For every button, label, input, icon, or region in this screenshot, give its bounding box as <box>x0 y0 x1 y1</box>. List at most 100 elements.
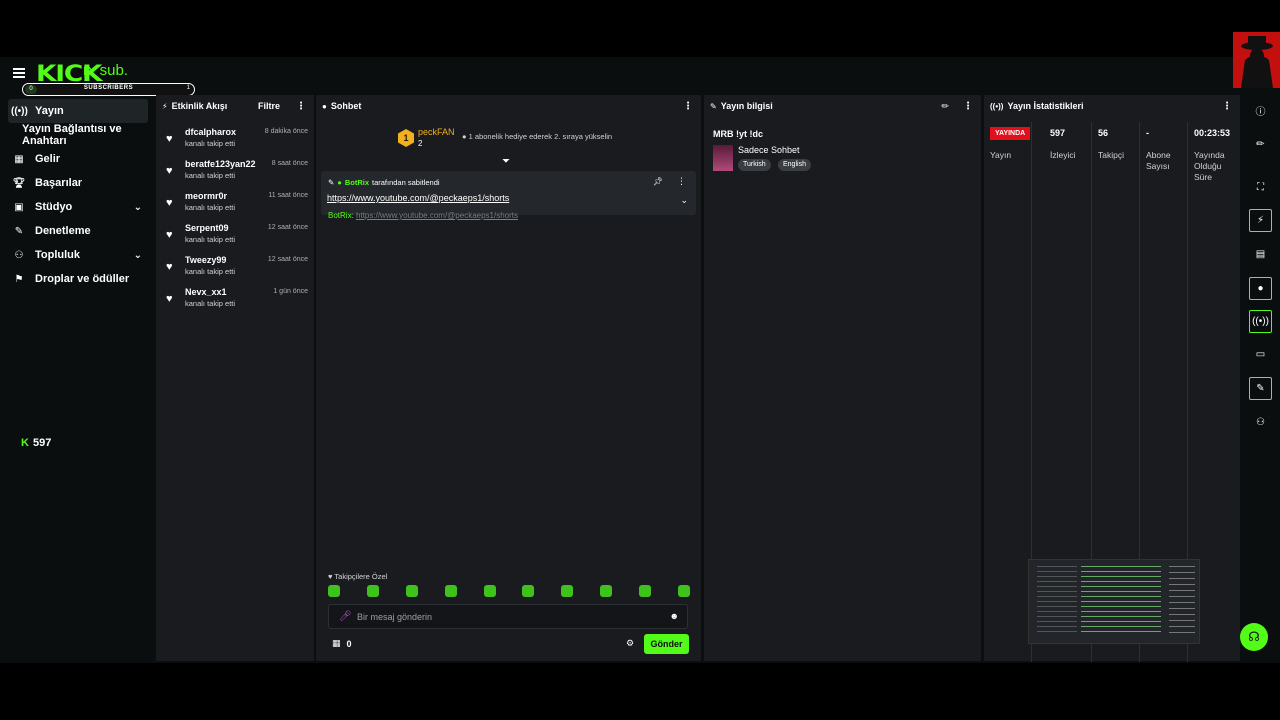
fullscreen-icon[interactable]: ⛶ <box>1249 176 1272 199</box>
tag-badge[interactable]: Turkish <box>738 159 771 171</box>
pencil-icon[interactable]: ✏︎ <box>1249 133 1272 156</box>
panel-title: Yayın İstatistikleri <box>1007 101 1084 111</box>
event-time: 12 saat önce <box>267 256 308 263</box>
community-icon[interactable]: ⚇ <box>1249 411 1272 434</box>
sidebar-item-label: Denetleme <box>35 225 91 237</box>
stat-value: 597 <box>1050 128 1066 138</box>
gift-counter[interactable]: ▦ 0 <box>332 638 352 649</box>
wrench-icon: ✎ <box>710 101 717 111</box>
emote-icon[interactable] <box>677 585 690 597</box>
heart-icon: ♥ <box>328 572 333 581</box>
microphone-icon[interactable]: 🎤︎ <box>339 611 352 622</box>
more-options-icon[interactable]: ⋮ <box>1222 101 1232 112</box>
stream-info-panel: ✎ Yayın bilgisi ⋮ ✏︎ MRB !yt !dc Sadece … <box>704 95 981 661</box>
info-icon[interactable]: ⓘ <box>1249 99 1272 122</box>
event-user[interactable]: beratfe123yan22 <box>185 159 256 169</box>
stat-value: - <box>1146 128 1149 138</box>
chat-message-user[interactable]: BotRix: <box>328 211 354 220</box>
sidebar-item-topluluk[interactable]: ⚇ Topluluk ⌄ <box>8 243 148 267</box>
send-button[interactable]: Gönder <box>644 634 689 654</box>
panel-title: Etkinlik Akışı <box>171 101 228 111</box>
more-options-icon[interactable]: ⋮ <box>296 101 306 112</box>
event-user[interactable]: Nevx_xx1 <box>185 287 227 297</box>
chat-message-text[interactable]: https://www.youtube.com/@peckaeps1/short… <box>356 211 518 220</box>
event-action: kanalı takip etti <box>185 203 236 212</box>
unpin-icon[interactable]: 📌︎ <box>653 177 663 186</box>
chevron-down-icon[interactable]: ⌄ <box>134 202 142 213</box>
event-time: 12 saat önce <box>267 224 308 231</box>
gift-count-value: 0 <box>346 638 352 649</box>
collapse-icon[interactable]: ⏷ <box>502 156 510 167</box>
headset-icon[interactable]: ☊ <box>1240 623 1268 651</box>
list-item: ♥ beratfe123yan22 kanalı takip etti 8 sa… <box>166 159 308 187</box>
emote-icon[interactable] <box>366 585 379 597</box>
sidebar-item-denetleme[interactable]: ✎ Denetleme <box>8 219 148 243</box>
lightning-icon: ⚡︎ <box>162 101 168 111</box>
menu-icon[interactable] <box>13 68 25 78</box>
gear-icon[interactable]: ⚙ <box>626 638 634 649</box>
emote-icon[interactable] <box>522 585 535 597</box>
pinned-bot-name[interactable]: BotRix <box>345 178 369 187</box>
emote-icon[interactable] <box>328 585 340 597</box>
chevron-down-icon[interactable]: ⌄ <box>134 250 142 261</box>
event-user[interactable]: Tweezy99 <box>185 255 226 265</box>
stream-stats-header: ((•)) Yayın İstatistikleri ⋮ <box>984 95 1240 117</box>
edit-icon[interactable]: ✏︎ <box>941 101 949 112</box>
emote-icon[interactable] <box>444 585 457 597</box>
gift-icon: ● <box>462 132 467 141</box>
activity-feed-header: ⚡︎ Etkinlik Akışı ⋮ <box>156 95 314 117</box>
followers-only-text: Takipçilere Özel <box>334 572 388 581</box>
stat-label: Takipçi <box>1098 150 1124 160</box>
emote-icon[interactable] <box>600 585 613 597</box>
more-options-icon[interactable]: ⋮ <box>963 101 973 112</box>
sidebar-item-label: Yayın <box>35 105 64 117</box>
webcam-avatar <box>1233 32 1280 88</box>
more-options-icon[interactable]: ⋮ <box>683 101 693 112</box>
list-item: ♥ dfcalpharox kanalı takip etti 8 dakika… <box>166 127 308 155</box>
event-time: 8 saat önce <box>271 160 308 167</box>
pin-icon: ✎ <box>328 178 335 187</box>
sidebar: ((•)) Yayın Yayın Bağlantısı ve Anahtarı… <box>0 95 155 663</box>
stream-info-header: ✎ Yayın bilgisi ⋮ <box>704 95 981 117</box>
category-thumbnail <box>713 145 733 171</box>
sidebar-item-studyo[interactable]: ▣ Stüdyo ⌄ <box>8 195 148 219</box>
bot-badge-icon: ● <box>337 178 342 187</box>
sub-goal-label: SUBSCRIBERS <box>83 85 134 91</box>
emote-icon[interactable] <box>639 585 651 597</box>
event-user[interactable]: meormr0r <box>185 191 227 201</box>
emote-icon[interactable] <box>405 585 418 597</box>
message-input[interactable] <box>357 610 657 624</box>
broadcast-icon: ((•)) <box>11 105 28 117</box>
emote-icon[interactable] <box>561 585 574 597</box>
panel-title: Yayın bilgisi <box>720 101 773 111</box>
printer-icon[interactable]: ▭ <box>1249 343 1272 366</box>
sidebar-item-label: Yayın Bağlantısı ve Anahtarı <box>22 123 122 147</box>
sidebar-item-gelir[interactable]: ▦ Gelir <box>8 147 148 171</box>
event-user[interactable]: dfcalpharox <box>185 127 236 137</box>
broadcast-icon[interactable]: ((•)) <box>1249 310 1272 333</box>
lightning-icon[interactable]: ⚡︎ <box>1249 209 1272 232</box>
sidebar-item-stream-key[interactable]: Yayın Bağlantısı ve Anahtarı <box>8 123 158 147</box>
event-action: kanalı takip etti <box>185 171 236 180</box>
chat-bubble-icon[interactable]: ● <box>1249 277 1272 300</box>
pinned-link[interactable]: https://www.youtube.com/@peckaeps1/short… <box>327 193 509 203</box>
emote-icon[interactable] <box>483 585 496 597</box>
document-icon[interactable]: ▤ <box>1249 243 1272 266</box>
heart-icon: ♥ <box>166 197 173 209</box>
sidebar-item-yayin[interactable]: ((•)) Yayın <box>8 99 148 123</box>
stat-live: YAYINDA Yayın <box>984 122 1032 662</box>
emoji-icon[interactable]: ☻ <box>670 611 679 621</box>
stream-preview-thumbnail <box>1028 559 1200 644</box>
tag-badge[interactable]: English <box>778 159 811 171</box>
sidebar-item-label: Başarılar <box>35 177 83 189</box>
wrench-icon[interactable]: ✎ <box>1249 377 1272 400</box>
filter-button[interactable]: Filtre <box>258 101 280 111</box>
event-user[interactable]: Serpent09 <box>185 223 229 233</box>
sidebar-item-basarilar[interactable]: 🏆︎ Başarılar <box>8 171 148 195</box>
event-time: 1 gün önce <box>273 288 308 295</box>
event-action: kanalı takip etti <box>185 267 236 276</box>
heart-icon: ♥ <box>166 133 173 145</box>
more-options-icon[interactable]: ⋮ <box>677 176 686 187</box>
chevron-down-icon[interactable]: ⌄ <box>680 195 688 206</box>
sidebar-item-droplar[interactable]: ⚑ Droplar ve ödüller <box>8 267 148 291</box>
